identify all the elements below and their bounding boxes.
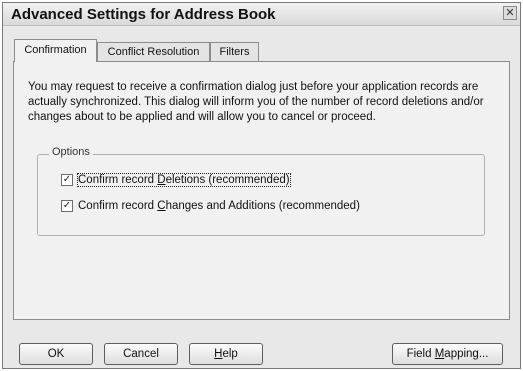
intro-text: You may request to receive a confirmatio… — [28, 81, 484, 123]
tab-conflict-resolution[interactable]: Conflict Resolution — [97, 42, 210, 61]
options-groupbox — [37, 154, 485, 236]
cancel-button[interactable]: Cancel — [104, 343, 178, 365]
tab-filters[interactable]: Filters — [210, 42, 259, 61]
confirm-deletions-label[interactable]: Confirm record Deletions (recommended) — [77, 173, 291, 187]
help-button[interactable]: Help — [189, 343, 263, 365]
options-legend: Options — [49, 146, 93, 158]
tab-confirmation[interactable]: Confirmation — [14, 39, 97, 62]
confirm-changes-label[interactable]: Confirm record Changes and Additions (re… — [78, 200, 360, 212]
confirm-deletions-checkbox[interactable]: ✓ — [61, 174, 73, 186]
confirm-changes-option[interactable]: ✓ Confirm record Changes and Additions (… — [61, 198, 360, 214]
confirm-changes-checkbox[interactable]: ✓ — [61, 200, 73, 212]
confirm-deletions-option[interactable]: ✓ Confirm record Deletions (recommended) — [61, 172, 291, 188]
dialog-title: Advanced Settings for Address Book — [11, 6, 276, 23]
title-bar[interactable]: Advanced Settings for Address Book ✕ — [3, 3, 520, 26]
field-mapping-button[interactable]: Field Mapping... — [392, 343, 503, 365]
close-icon[interactable]: ✕ — [503, 6, 517, 20]
ok-button[interactable]: OK — [19, 343, 93, 365]
advanced-settings-dialog: Advanced Settings for Address Book ✕ Con… — [2, 2, 521, 369]
